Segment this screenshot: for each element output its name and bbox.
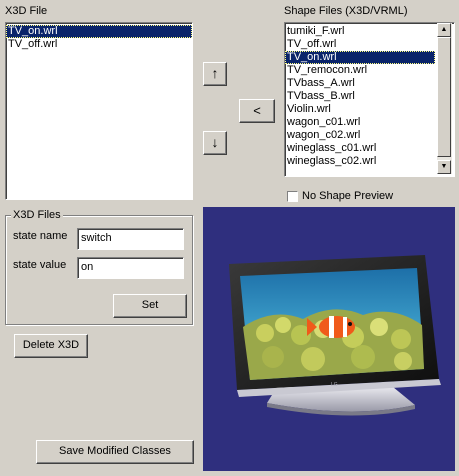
state-value-label: state value (13, 259, 67, 271)
no-shape-preview-label: No Shape Preview (302, 190, 394, 202)
move-up-button[interactable]: ↑ (203, 62, 227, 86)
shape-file-list-item[interactable]: tumiki_F.wrl (285, 25, 435, 38)
shape-file-list[interactable]: tumiki_F.wrl TV_off.wrl TV_on.wrl TV_remoco… (284, 22, 455, 177)
x3d-file-list-item[interactable]: TV_off.wrl (6, 38, 192, 51)
shape-file-list-item[interactable]: wineglass_c01.wrl (285, 142, 435, 155)
state-name-label: state name (13, 230, 68, 242)
add-shape-button[interactable]: < (239, 99, 275, 123)
shape-file-list-item[interactable]: Violin.wrl (285, 103, 435, 116)
shape-file-list-item[interactable]: wagon_c02.wrl (285, 129, 435, 142)
tv-preview-image: LG (203, 207, 455, 471)
shape-file-list-item[interactable]: TV_on.wrl (285, 51, 435, 64)
tv-brand-logo: LG (331, 382, 338, 388)
delete-x3d-button[interactable]: Delete X3D (14, 334, 88, 358)
x3d-file-list[interactable]: TV_on.wrl TV_off.wrl (5, 22, 193, 200)
x3d-file-list-item[interactable]: TV_on.wrl (6, 25, 192, 38)
no-shape-preview-checkbox[interactable] (287, 191, 298, 202)
move-down-button[interactable]: ↓ (203, 131, 227, 155)
shape-file-list-item[interactable]: TV_remocon.wrl (285, 64, 435, 77)
save-modified-classes-button[interactable]: Save Modified Classes (36, 440, 194, 464)
scroll-down-arrow-icon[interactable]: ▼ (437, 160, 451, 174)
shape-file-list-item[interactable]: TVbass_B.wrl (285, 90, 435, 103)
shape-preview-viewport[interactable]: LG (203, 207, 455, 471)
shape-list-scrollbar[interactable]: ▲ ▼ (437, 23, 452, 174)
state-name-input[interactable]: switch (77, 228, 184, 250)
scroll-up-arrow-icon[interactable]: ▲ (437, 23, 451, 37)
scroll-thumb[interactable] (437, 37, 451, 157)
shape-files-title: Shape Files (X3D/VRML) (284, 5, 408, 17)
x3d-file-title: X3D File (5, 5, 48, 17)
shape-file-list-item[interactable]: wineglass_c02.wrl (285, 155, 435, 168)
state-value-input[interactable]: on (77, 257, 184, 279)
shape-file-list-item[interactable]: wagon_c01.wrl (285, 116, 435, 129)
shape-file-list-item[interactable]: TVbass_A.wrl (285, 77, 435, 90)
x3d-files-group-title: X3D Files (11, 209, 63, 221)
shape-file-list-item[interactable]: TV_off.wrl (285, 38, 435, 51)
set-button[interactable]: Set (113, 294, 187, 318)
